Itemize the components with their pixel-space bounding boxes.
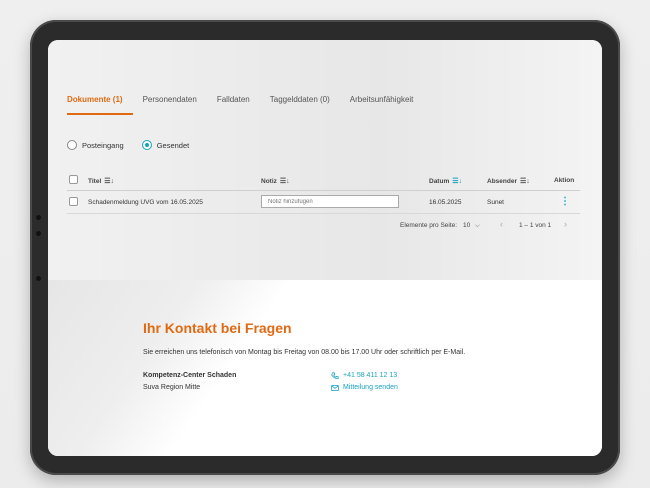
document-sender: Sunet bbox=[487, 199, 504, 206]
column-action-label: Aktion bbox=[554, 177, 575, 184]
document-date: 16.05.2025 bbox=[429, 199, 462, 206]
mail-icon bbox=[331, 385, 339, 391]
column-sender-label: Absender bbox=[487, 178, 517, 185]
note-input[interactable] bbox=[261, 195, 399, 208]
contact-heading: Ihr Kontakt bei Fragen bbox=[143, 320, 292, 336]
contact-center: Kompetenz-Center Schaden Suva Region Mit… bbox=[143, 370, 236, 394]
radio-gesendet[interactable]: Gesendet bbox=[141, 140, 190, 150]
radio-label: Gesendet bbox=[156, 140, 190, 150]
message-label[interactable]: Mitteilung senden bbox=[343, 382, 398, 394]
documents-panel bbox=[48, 40, 602, 280]
row-checkbox[interactable] bbox=[69, 197, 78, 206]
radio-label: Posteingang bbox=[82, 140, 124, 150]
per-page-select[interactable]: 10 ⌵ bbox=[463, 222, 480, 230]
select-all-checkbox[interactable] bbox=[69, 175, 78, 184]
camera-dot bbox=[36, 276, 41, 281]
radio-circle[interactable] bbox=[67, 140, 77, 150]
more-actions-icon[interactable]: ⋮ bbox=[560, 196, 570, 207]
phone-link[interactable]: +41 58 411 12 13 bbox=[331, 370, 398, 382]
tablet-screen: Dokumente (1) Personendaten Falldaten Ta… bbox=[48, 40, 602, 456]
document-title[interactable]: Schadenmeldung UVG vom 16.05.2025 bbox=[88, 199, 203, 206]
tab-falldaten[interactable]: Falldaten bbox=[217, 95, 260, 115]
center-region: Suva Region Mitte bbox=[143, 384, 201, 391]
documents-table: Titel ☰↓ Notiz ☰↓ Datum ☰↓ Absender ☰↓ Aktio… bbox=[67, 172, 580, 214]
column-date[interactable]: Datum ☰↓ bbox=[429, 177, 462, 185]
mailbox-filter: Posteingang Gesendet bbox=[67, 140, 189, 150]
table-header: Titel ☰↓ Notiz ☰↓ Datum ☰↓ Absender ☰↓ Aktio… bbox=[67, 172, 580, 191]
page-range: 1 – 1 von 1 bbox=[519, 222, 552, 229]
column-title-label: Titel bbox=[88, 178, 102, 185]
contact-description: Sie erreichen uns telefonisch von Montag… bbox=[143, 349, 466, 356]
per-page-value: 10 bbox=[463, 222, 471, 229]
next-page-icon[interactable]: › bbox=[564, 219, 567, 229]
per-page-label: Elemente pro Seite: bbox=[400, 222, 458, 229]
message-link[interactable]: Mitteilung senden bbox=[331, 382, 398, 394]
column-title[interactable]: Titel ☰↓ bbox=[88, 177, 114, 185]
tab-arbeitsunfaehigkeit[interactable]: Arbeitsunfähigkeit bbox=[350, 95, 424, 115]
tab-bar: Dokumente (1) Personendaten Falldaten Ta… bbox=[67, 95, 433, 115]
sort-icon[interactable]: ☰↓ bbox=[280, 178, 290, 185]
tab-taggelddaten[interactable]: Taggelddaten (0) bbox=[270, 95, 340, 115]
chevron-down-icon[interactable]: ⌵ bbox=[475, 222, 480, 229]
table-row[interactable]: Schadenmeldung UVG vom 16.05.2025 16.05.… bbox=[67, 191, 580, 214]
column-note[interactable]: Notiz ☰↓ bbox=[261, 177, 290, 185]
center-name: Kompetenz-Center Schaden bbox=[143, 372, 237, 379]
tab-personendaten[interactable]: Personendaten bbox=[143, 95, 207, 115]
phone-icon bbox=[331, 372, 339, 379]
camera-dot bbox=[36, 231, 41, 236]
sort-icon-active[interactable]: ☰↓ bbox=[452, 178, 462, 185]
column-note-label: Notiz bbox=[261, 178, 277, 185]
column-sender[interactable]: Absender ☰↓ bbox=[487, 177, 530, 185]
sort-icon[interactable]: ☰↓ bbox=[104, 178, 114, 185]
contact-actions: +41 58 411 12 13 Mitteilung senden bbox=[331, 370, 398, 394]
radio-posteingang[interactable]: Posteingang bbox=[67, 140, 124, 150]
tab-dokumente[interactable]: Dokumente (1) bbox=[67, 95, 133, 115]
column-date-label: Datum bbox=[429, 178, 450, 185]
sort-icon[interactable]: ☰↓ bbox=[520, 178, 530, 185]
camera-dot bbox=[36, 215, 41, 220]
radio-circle-selected[interactable] bbox=[141, 140, 152, 150]
prev-page-icon[interactable]: ‹ bbox=[500, 219, 503, 229]
decorative-diagonal bbox=[48, 280, 602, 456]
phone-number[interactable]: +41 58 411 12 13 bbox=[343, 370, 397, 382]
